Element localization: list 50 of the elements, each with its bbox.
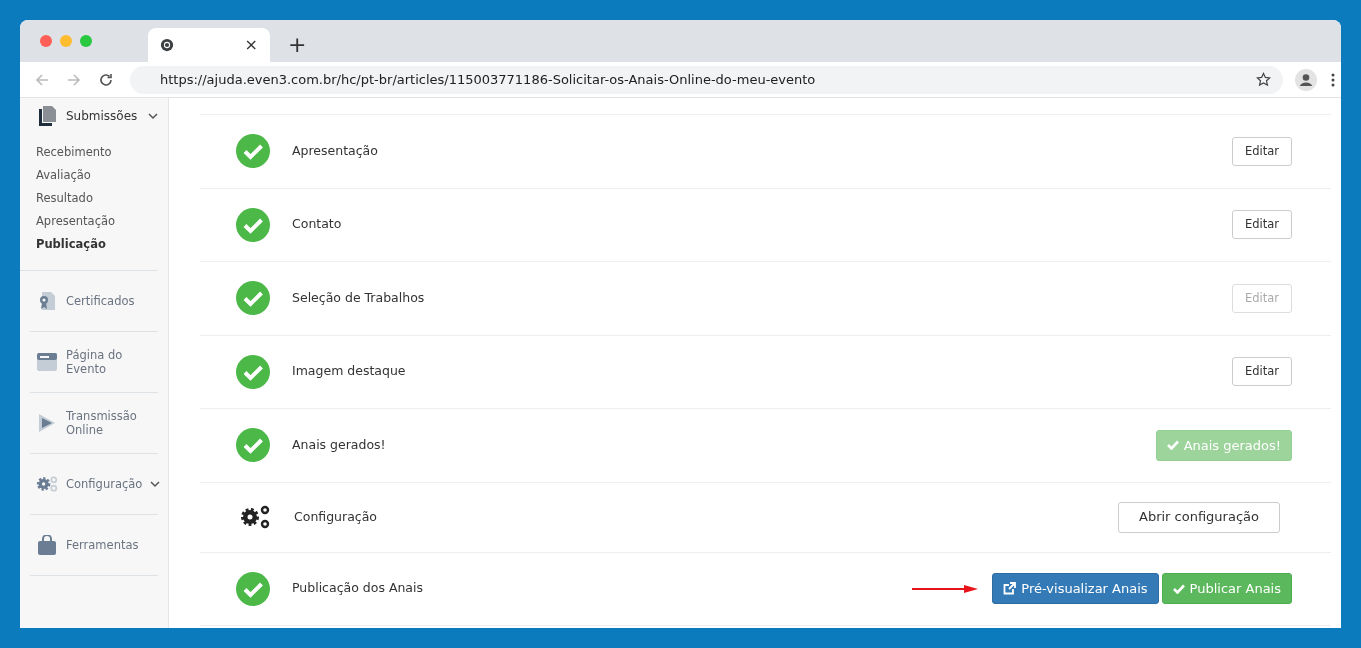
address-bar[interactable]: https://ajuda.even3.com.br/hc/pt-br/articles/115003771186-Solicitar-os-Anais-Online-do-meu-evento bbox=[130, 65, 1283, 94]
step-label: Publicação dos Anais bbox=[292, 579, 423, 598]
check-circle-icon bbox=[236, 571, 270, 606]
sidebar-item[interactable]: Ferramentas bbox=[66, 538, 139, 552]
sidebar-item[interactable]: Transmissão Online bbox=[66, 409, 144, 437]
step-label: Contato bbox=[292, 215, 342, 234]
menu-icon[interactable] bbox=[1331, 72, 1335, 87]
sidebar-item[interactable]: Certificados bbox=[66, 294, 135, 308]
action-button[interactable]: Editar bbox=[1231, 210, 1292, 240]
bookmark-star-icon[interactable] bbox=[1256, 72, 1271, 87]
sidebar-section-title[interactable]: Submissões bbox=[66, 107, 138, 125]
sidebar-item[interactable]: Resultado bbox=[36, 187, 158, 210]
sidebar-item[interactable]: Publicação bbox=[36, 233, 158, 256]
step-label: Anais gerados! bbox=[292, 435, 386, 454]
action-button[interactable]: Abrir configuração bbox=[1118, 501, 1280, 533]
chevron-down-icon[interactable] bbox=[148, 112, 158, 120]
step-label: Configuração bbox=[294, 507, 377, 526]
check-circle-icon bbox=[236, 428, 270, 463]
external-link-icon bbox=[1003, 582, 1017, 596]
reload-icon[interactable] bbox=[98, 71, 114, 88]
certificate-icon bbox=[37, 291, 57, 311]
check-circle-icon bbox=[236, 207, 270, 242]
close-tab-button[interactable]: × bbox=[244, 33, 258, 57]
sidebar-item[interactable]: Recebimento bbox=[36, 141, 158, 164]
chevron-down-icon[interactable] bbox=[150, 480, 161, 488]
step-label: Seleção de Trabalhos bbox=[292, 288, 425, 307]
action-button[interactable]: Pré-visualizar Anais bbox=[992, 573, 1159, 605]
shopping-bag-icon bbox=[38, 535, 56, 555]
browser-logo-icon bbox=[160, 38, 174, 52]
step-label: Apresentação bbox=[292, 141, 378, 160]
play-icon bbox=[38, 413, 56, 433]
action-button[interactable]: Editar bbox=[1231, 136, 1292, 166]
action-button[interactable]: Editar bbox=[1231, 357, 1292, 387]
sidebar-item[interactable]: Apresentação bbox=[36, 210, 158, 233]
browser-page-icon bbox=[37, 353, 57, 371]
gears-icon bbox=[36, 474, 58, 494]
gears-icon bbox=[239, 504, 271, 530]
new-tab-button[interactable]: + bbox=[288, 34, 307, 56]
sidebar-item[interactable]: Avaliação bbox=[36, 164, 158, 187]
step-label: Imagem destaque bbox=[292, 362, 406, 381]
browser-tab[interactable]: × bbox=[148, 28, 270, 62]
check-circle-icon bbox=[236, 134, 270, 169]
check-icon bbox=[1172, 583, 1185, 594]
check-icon bbox=[1166, 440, 1179, 451]
sidebar-item[interactable]: Configuração bbox=[66, 477, 143, 491]
document-icon bbox=[38, 106, 56, 126]
profile-avatar-icon[interactable] bbox=[1295, 68, 1317, 91]
check-circle-icon bbox=[236, 281, 270, 316]
check-circle-icon bbox=[236, 354, 270, 389]
sidebar-item[interactable]: Página do Evento bbox=[66, 348, 144, 376]
